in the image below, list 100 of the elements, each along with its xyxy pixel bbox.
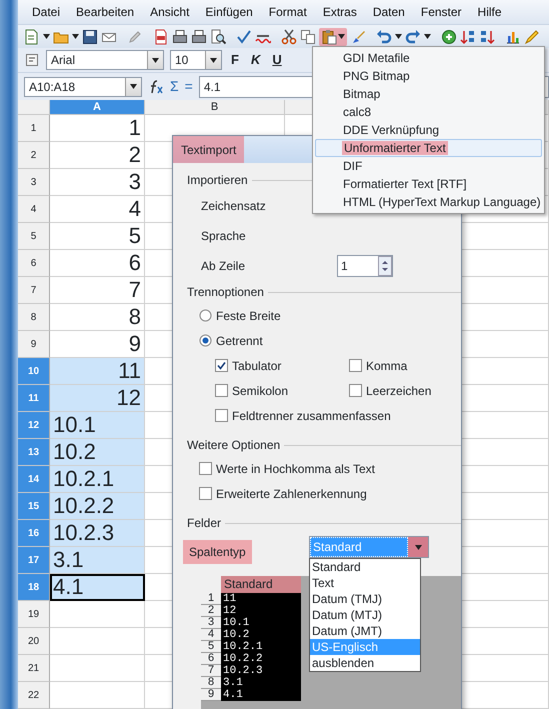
table-cell: 4 — [50, 196, 145, 223]
spin-field[interactable]: 1 — [337, 255, 394, 277]
font-size-field[interactable]: 10 — [170, 50, 222, 70]
column-header[interactable]: Standard — [221, 576, 301, 593]
row-number: 8 — [201, 677, 221, 689]
checkbox[interactable] — [349, 384, 362, 397]
row-header[interactable]: 22 — [18, 682, 50, 709]
row-header[interactable]: 19 — [18, 601, 50, 628]
menu-item[interactable]: Bearbeiten — [68, 3, 142, 21]
spin-arrows-icon[interactable] — [378, 256, 392, 276]
group-heading: Weitere Optionen — [187, 437, 280, 454]
function-wizard-icon[interactable] — [148, 78, 164, 94]
checkbox[interactable] — [215, 409, 228, 422]
sort-descending-icon[interactable] — [479, 28, 495, 44]
table-cell: 12 — [221, 605, 301, 617]
font-name-field[interactable]: Arial — [46, 50, 164, 70]
row-header[interactable]: 8 — [18, 304, 50, 331]
caret-icon[interactable] — [424, 34, 431, 39]
menu-item[interactable]: Bitmap — [315, 85, 542, 103]
caret-icon[interactable] — [130, 84, 137, 89]
check-icon[interactable] — [236, 28, 252, 44]
caret-icon[interactable] — [43, 34, 50, 39]
caret-icon[interactable] — [210, 58, 217, 62]
caret-icon[interactable] — [152, 58, 159, 62]
formula-symbol[interactable]: Σ — [170, 76, 179, 97]
radio-button[interactable] — [199, 334, 212, 347]
menu-item[interactable]: Datei — [24, 3, 68, 21]
menu-item[interactable]: Hilfe — [470, 3, 510, 21]
table-cell: 7 — [50, 277, 145, 304]
menu-item[interactable]: Formatierter Text [RTF] — [315, 175, 542, 193]
menu-item[interactable]: Format — [260, 3, 315, 21]
dropdown-option[interactable]: Text — [310, 575, 420, 591]
printer-icon[interactable] — [191, 28, 207, 44]
styles-icon[interactable] — [24, 52, 40, 68]
style-button[interactable]: K — [248, 50, 264, 70]
table-cell: 12 — [50, 385, 145, 412]
checkbox[interactable] — [199, 462, 212, 475]
menu-item[interactable]: Ansicht — [142, 3, 198, 21]
option-label: Feste Breite — [216, 308, 281, 324]
table-cell: 10.2 — [221, 629, 301, 641]
name-box[interactable]: A10:A18 — [24, 76, 142, 96]
checkbox[interactable] — [215, 359, 228, 372]
row-header[interactable]: 7 — [18, 277, 50, 304]
dropdown-option[interactable]: Standard — [310, 559, 420, 575]
row-header[interactable]: 6 — [18, 250, 50, 277]
menu-item[interactable]: GDI Metafile — [315, 49, 542, 67]
dropdown-option[interactable]: Datum (JMT) — [310, 623, 420, 639]
option-label: Tabulator — [232, 358, 282, 374]
clipboard-icon[interactable] — [321, 28, 337, 44]
dialog-title: Textimport — [173, 136, 244, 163]
menu-item[interactable]: Einfügen — [197, 3, 261, 21]
row-header[interactable]: 2 — [18, 142, 50, 169]
caret-icon[interactable] — [338, 34, 345, 39]
copy-icon[interactable] — [300, 28, 316, 44]
caret-icon[interactable] — [395, 34, 402, 39]
radio-button[interactable] — [199, 309, 212, 322]
menu-item[interactable]: Unformatierter Text — [315, 139, 542, 157]
sort-ascending-icon[interactable] — [460, 28, 476, 44]
dropdown-option[interactable]: ausblenden — [310, 655, 420, 671]
scissors-icon[interactable] — [281, 28, 297, 44]
option-label: Erweiterte Zahlenerkennung — [216, 486, 367, 502]
caret-icon[interactable] — [72, 34, 79, 39]
formula-symbol[interactable]: = — [184, 76, 193, 97]
row-number: 1 — [201, 593, 221, 605]
document-icon[interactable] — [24, 28, 40, 44]
style-button[interactable]: F — [228, 50, 242, 70]
menu-item[interactable]: HTML (HyperText Markup Language) — [315, 193, 542, 211]
menu-item[interactable]: DIF — [315, 157, 542, 175]
field-label: Spaltentyp — [183, 540, 252, 564]
magnifier-icon[interactable] — [210, 28, 226, 44]
row-header[interactable]: 5 — [18, 223, 50, 250]
checkbox[interactable] — [199, 487, 212, 500]
style-button[interactable]: U — [269, 50, 285, 70]
dropdown-option[interactable]: Datum (MTJ) — [310, 607, 420, 623]
row-header[interactable]: 3 — [18, 169, 50, 196]
menu-item[interactable]: Fenster — [412, 3, 470, 21]
menu-item[interactable]: Daten — [364, 3, 413, 21]
table-cell: 5 — [50, 223, 145, 250]
row-header[interactable]: 4 — [18, 196, 50, 223]
column-header[interactable]: B — [145, 100, 285, 115]
undo-icon[interactable] — [376, 28, 392, 44]
menu-item[interactable]: calc8 — [315, 103, 542, 121]
checkbox[interactable] — [215, 384, 228, 397]
option-label: Leerzeichen — [366, 382, 432, 400]
menu-item[interactable]: Extras — [314, 3, 365, 21]
menu-item[interactable]: DDE Verknüpfung — [315, 121, 542, 139]
printer-icon[interactable] — [172, 28, 188, 44]
brush-icon[interactable] — [350, 28, 366, 44]
redo-icon[interactable] — [405, 28, 421, 44]
menu-item[interactable]: PNG Bitmap — [315, 67, 542, 85]
paste-button[interactable] — [319, 28, 347, 46]
dropdown-option[interactable]: Datum (TMJ) — [310, 591, 420, 607]
row-number: 9 — [201, 689, 221, 701]
checkbox[interactable] — [349, 359, 362, 372]
field-label: Sprache — [201, 228, 246, 245]
row-header[interactable]: 1 — [18, 115, 50, 142]
row-header[interactable]: 9 — [18, 331, 50, 358]
document-icon[interactable] — [153, 28, 169, 44]
row-header[interactable]: 20 — [18, 628, 50, 655]
row-header[interactable]: 21 — [18, 655, 50, 682]
